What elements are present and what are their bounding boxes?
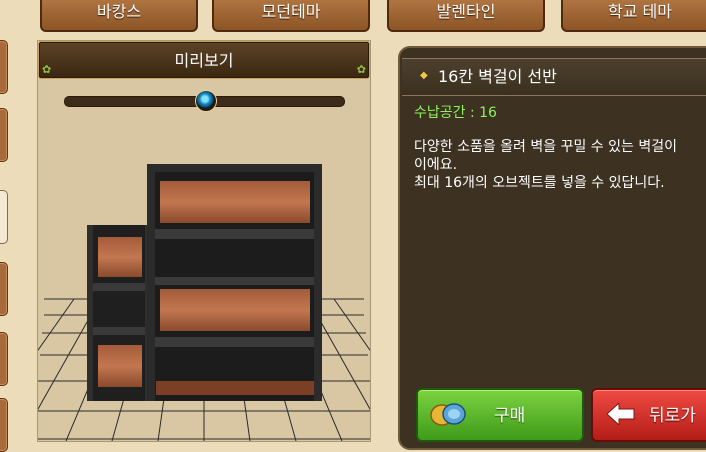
item-description: 다양한 소품을 올려 벽을 꾸밀 수 있는 벽걸이 이에요. 최대 16개의 오… [414, 139, 677, 191]
side-tab-4[interactable] [0, 262, 8, 316]
tab-valentine[interactable]: 발렌타인 [387, 0, 545, 32]
item-preview-render [38, 164, 370, 441]
buy-button[interactable]: 구매 [416, 388, 584, 442]
back-button[interactable]: 뒤로가 [591, 388, 706, 442]
buy-button-label: 구매 [494, 406, 526, 426]
shelf-large [147, 164, 322, 401]
leaf-icon: ✿ [356, 63, 366, 76]
side-tab-3[interactable] [0, 190, 8, 244]
storage-capacity: 수납공간 : 16 [414, 105, 497, 121]
tab-school-theme[interactable]: 학교 테마 [561, 0, 706, 32]
item-title-bar: ◆ 16칸 벽걸이 선반 [402, 58, 706, 96]
shelf-small [87, 225, 151, 401]
side-tab-6[interactable] [0, 398, 8, 452]
coin-icon [430, 403, 466, 426]
tab-modern-theme[interactable]: 모던테마 [212, 0, 370, 32]
preview-title: 미리보기 [174, 51, 234, 70]
preview-header: ✿ 미리보기 ✿ [38, 41, 370, 79]
side-tab-2[interactable] [0, 108, 8, 162]
preview-panel: ✿ 미리보기 ✿ [37, 40, 371, 442]
back-button-label: 뒤로가 [649, 406, 696, 426]
item-name: 16칸 벽걸이 선반 [438, 67, 557, 86]
left-arrow-icon [607, 403, 635, 425]
side-tab-1[interactable] [0, 40, 8, 94]
zoom-slider-knob[interactable] [194, 90, 217, 112]
zoom-slider[interactable] [64, 90, 345, 112]
side-tab-5[interactable] [0, 332, 8, 386]
tab-vacance[interactable]: 바캉스 [40, 0, 198, 32]
diamond-bullet-icon: ◆ [420, 70, 428, 81]
